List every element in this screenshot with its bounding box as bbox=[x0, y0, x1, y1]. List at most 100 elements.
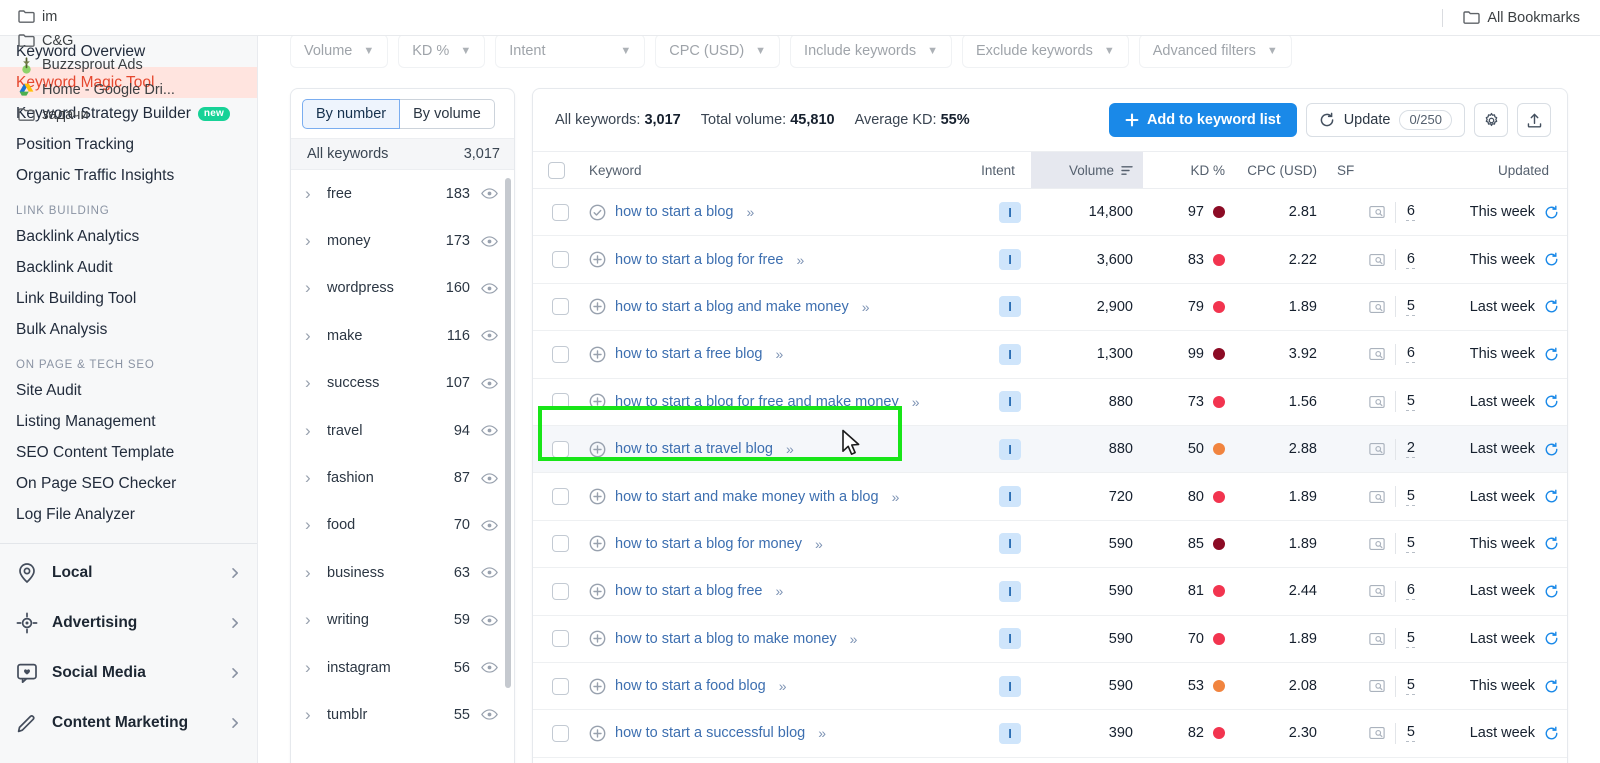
sf-value[interactable]: 5 bbox=[1406, 488, 1415, 506]
keyword-group-row[interactable]: › tumblr 55 bbox=[291, 691, 514, 738]
chevron-right-icon[interactable]: › bbox=[305, 468, 319, 488]
header-select-all[interactable] bbox=[533, 151, 579, 189]
serp-features-icon[interactable] bbox=[1369, 537, 1385, 551]
sidebar-item-backlink-analytics[interactable]: Backlink Analytics bbox=[0, 221, 257, 252]
sidebar-item-backlink-audit[interactable]: Backlink Audit bbox=[0, 252, 257, 283]
keyword-expand-icon[interactable]: » bbox=[818, 725, 826, 741]
export-button[interactable] bbox=[1517, 103, 1551, 137]
eye-icon[interactable] bbox=[481, 519, 498, 532]
row-checkbox-cell[interactable] bbox=[533, 188, 579, 237]
refresh-row-icon[interactable] bbox=[1544, 631, 1559, 646]
keyword-link[interactable]: how to start a blog for free bbox=[615, 252, 783, 268]
table-row[interactable]: how to start and make money with a blog »… bbox=[533, 472, 1567, 521]
select-all-checkbox[interactable] bbox=[547, 161, 565, 179]
chevron-right-icon[interactable]: › bbox=[305, 278, 319, 298]
chevron-right-icon[interactable]: › bbox=[305, 326, 319, 346]
intent-badge[interactable]: I bbox=[999, 391, 1021, 413]
sf-value[interactable]: 5 bbox=[1406, 677, 1415, 696]
eye-icon[interactable] bbox=[481, 329, 498, 342]
sf-value[interactable]: 5 bbox=[1406, 393, 1415, 411]
table-row[interactable]: how to start a food blog » I 590 53 2.08 5 This… bbox=[533, 662, 1567, 711]
intent-badge[interactable]: I bbox=[999, 438, 1021, 460]
chevron-right-icon[interactable]: › bbox=[305, 658, 319, 678]
keyword-expand-icon[interactable]: » bbox=[796, 252, 804, 268]
table-row[interactable]: how to start a blog free » I 590 81 2.44 6 Last… bbox=[533, 567, 1567, 616]
sf-value[interactable]: 5 bbox=[1406, 724, 1415, 743]
keyword-group-row[interactable]: › free 183 bbox=[291, 170, 514, 217]
filter-exclude-keywords[interactable]: Exclude keywords ▼ bbox=[961, 36, 1129, 68]
sidebar-item-organic-traffic-insights[interactable]: Organic Traffic Insights bbox=[0, 160, 257, 191]
chevron-right-icon[interactable]: › bbox=[305, 373, 319, 393]
row-checkbox[interactable] bbox=[552, 724, 569, 742]
refresh-row-icon[interactable] bbox=[1544, 394, 1559, 409]
header-volume[interactable]: Volume bbox=[1031, 151, 1143, 189]
refresh-row-icon[interactable] bbox=[1544, 299, 1559, 314]
keyword-expand-icon[interactable]: » bbox=[776, 583, 784, 599]
plus-circle-icon[interactable] bbox=[589, 393, 606, 410]
row-checkbox-cell[interactable] bbox=[533, 378, 579, 426]
chevron-right-icon[interactable]: › bbox=[305, 563, 319, 583]
keyword-link[interactable]: how to start a free blog bbox=[615, 346, 763, 362]
add-to-keyword-list-button[interactable]: Add to keyword list bbox=[1108, 103, 1297, 137]
row-checkbox[interactable] bbox=[552, 582, 569, 600]
keyword-expand-icon[interactable]: » bbox=[892, 489, 900, 505]
serp-features-icon[interactable] bbox=[1369, 253, 1385, 267]
sidebar-item-bulk-analysis[interactable]: Bulk Analysis bbox=[0, 314, 257, 345]
refresh-row-icon[interactable] bbox=[1544, 489, 1559, 504]
by-number-button[interactable]: By number bbox=[302, 99, 401, 129]
row-checkbox[interactable] bbox=[552, 345, 569, 363]
eye-icon[interactable] bbox=[481, 187, 498, 200]
sf-value[interactable]: 2 bbox=[1406, 440, 1415, 459]
keyword-group-row[interactable]: › instagram 56 bbox=[291, 644, 514, 691]
header-keyword[interactable]: Keyword bbox=[579, 151, 965, 189]
row-checkbox[interactable] bbox=[552, 440, 569, 458]
eye-icon[interactable] bbox=[481, 424, 498, 437]
refresh-row-icon[interactable] bbox=[1544, 679, 1559, 694]
sf-value[interactable]: 6 bbox=[1406, 203, 1415, 222]
sidebar-item-listing-management[interactable]: Listing Management bbox=[0, 406, 257, 437]
row-checkbox[interactable] bbox=[552, 535, 569, 553]
table-row[interactable]: how to start a blog for free » I 3,600 83 2.2… bbox=[533, 235, 1567, 284]
bookmark-item[interactable]: PR bbox=[10, 0, 183, 5]
row-checkbox[interactable] bbox=[552, 298, 569, 316]
row-checkbox-cell[interactable] bbox=[533, 615, 579, 663]
intent-badge[interactable]: I bbox=[999, 249, 1021, 271]
serp-features-icon[interactable] bbox=[1369, 632, 1385, 646]
keyword-link[interactable]: how to start a blog bbox=[615, 204, 734, 220]
serp-features-icon[interactable] bbox=[1369, 205, 1385, 219]
row-checkbox-cell[interactable] bbox=[533, 709, 579, 758]
by-volume-button[interactable]: By volume bbox=[400, 99, 495, 129]
sidebar-item-link-building-tool[interactable]: Link Building Tool bbox=[0, 283, 257, 314]
serp-features-icon[interactable] bbox=[1369, 490, 1385, 504]
keyword-group-row[interactable]: › make 116 bbox=[291, 312, 514, 359]
keyword-expand-icon[interactable]: » bbox=[747, 204, 755, 220]
refresh-row-icon[interactable] bbox=[1544, 442, 1559, 457]
sidebar-item-on-page-seo-checker[interactable]: On Page SEO Checker bbox=[0, 468, 257, 499]
keyword-link[interactable]: how to start a blog to make money bbox=[615, 631, 837, 647]
sidebar-group-content-marketing[interactable]: Content Marketing bbox=[0, 698, 257, 748]
row-checkbox-cell[interactable] bbox=[533, 283, 579, 332]
table-row[interactable]: how to start a blog » I 14,800 97 2.81 6 This w… bbox=[533, 188, 1567, 237]
all-keywords-header[interactable]: All keywords 3,017 bbox=[291, 138, 514, 170]
row-checkbox[interactable] bbox=[552, 630, 569, 648]
header-intent[interactable]: Intent bbox=[965, 151, 1031, 189]
header-sf[interactable]: SF bbox=[1327, 151, 1425, 189]
keyword-group-row[interactable]: › wordpress 160 bbox=[291, 265, 514, 312]
keyword-link[interactable]: how to start a successful blog bbox=[615, 725, 805, 741]
intent-badge[interactable]: I bbox=[999, 628, 1021, 650]
refresh-row-icon[interactable] bbox=[1544, 347, 1559, 362]
sf-value[interactable]: 5 bbox=[1406, 535, 1415, 553]
row-checkbox[interactable] bbox=[552, 251, 569, 269]
intent-badge[interactable]: I bbox=[999, 580, 1021, 602]
bookmark-item[interactable]: im bbox=[10, 5, 183, 29]
sidebar-item-log-file-analyzer[interactable]: Log File Analyzer bbox=[0, 499, 257, 530]
chevron-right-icon[interactable]: › bbox=[305, 231, 319, 251]
intent-badge[interactable]: I bbox=[999, 533, 1021, 555]
row-checkbox-cell[interactable] bbox=[533, 235, 579, 284]
keyword-group-row[interactable]: › writing 59 bbox=[291, 597, 514, 644]
row-checkbox-cell[interactable] bbox=[533, 662, 579, 711]
keyword-group-row[interactable]: › travel 94 bbox=[291, 407, 514, 454]
filter-include-keywords[interactable]: Include keywords ▼ bbox=[790, 36, 952, 68]
update-button[interactable]: Update 0/250 bbox=[1305, 103, 1465, 137]
table-row[interactable]: how to start a blog for money » I 590 85 1.89… bbox=[533, 520, 1567, 569]
